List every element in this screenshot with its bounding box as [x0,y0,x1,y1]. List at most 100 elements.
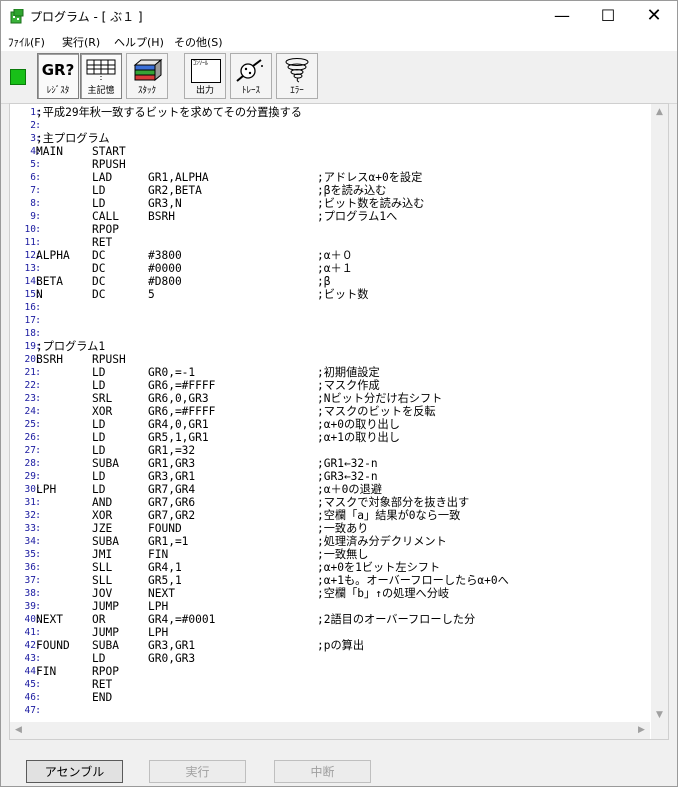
code-line[interactable]: JZE FOUND ;一致あり [36,522,650,535]
code-opcode: JUMP [92,600,119,613]
memory-button[interactable]: 主記憶 [80,53,122,99]
code-line[interactable] [36,314,650,327]
code-comment: ;2語目のオーバーフローした分 [317,613,476,626]
code-line[interactable]: CALL BSRH ;プログラム1へ [36,210,650,223]
code-line[interactable]: NEXT OR GR4,=#0001 ;2語目のオーバーフローした分 [36,613,650,626]
menu-run[interactable]: 実行(R) [62,34,100,50]
code-line[interactable]: RET [36,678,650,691]
code-line[interactable] [36,301,650,314]
code-line[interactable]: JUMP LPH [36,626,650,639]
code-line[interactable]: LD GR5,1,GR1 ;α+1の取り出し [36,431,650,444]
code-line[interactable]: FIN RPOP [36,665,650,678]
output-label: 出力 [195,86,214,96]
code-label: ;主プログラム [36,132,110,145]
code-operand: FIN [148,548,169,561]
code-line[interactable]: JUMP LPH [36,600,650,613]
assemble-button[interactable]: アセンブル [26,760,123,783]
code-line[interactable]: LD GR1,=32 [36,444,650,457]
code-line[interactable]: AND GR7,GR6 ;マスクで対象部分を抜き出す [36,496,650,509]
console-output-icon: ｺﾝｿｰﾙ [185,57,225,83]
maximize-button[interactable]: ☐ [585,1,631,31]
menu-help[interactable]: ヘルプ(H) [114,34,164,50]
code-comment: ;α＋０ [317,249,353,262]
gr-icon-text: GR? [41,61,75,79]
code-line[interactable]: LPH LD GR7,GR4 ;α＋0の退避 [36,483,650,496]
trace-label: ﾄﾚｰｽ [241,86,260,96]
code-opcode: LD [92,444,106,457]
code-line[interactable]: SLL GR4,1 ;α+0を1ビット左シフト [36,561,650,574]
scroll-left-arrow-icon[interactable]: ◀ [10,722,27,739]
output-button[interactable]: ｺﾝｿｰﾙ 出力 [184,53,226,99]
code-opcode: DC [92,262,106,275]
code-line[interactable]: LD GR2,BETA ;βを読み込む [36,184,650,197]
close-button[interactable]: ✕ [631,1,677,31]
code-line[interactable]: BSRH RPUSH [36,353,650,366]
code-line[interactable]: FOUND SUBA GR3,GR1 ;pの算出 [36,639,650,652]
code-operand: LPH [148,626,169,639]
code-line[interactable]: ;プログラム1 [36,340,650,353]
code-line[interactable]: N DC 5 ;ビット数 [36,288,650,301]
code-line[interactable]: LD GR4,0,GR1 ;α+0の取り出し [36,418,650,431]
code-opcode: SUBA [92,535,119,548]
code-line[interactable]: SUBA GR1,GR3 ;GR1←32-n [36,457,650,470]
minimize-button[interactable]: — [539,1,585,31]
code-line[interactable]: LD GR0,GR3 [36,652,650,665]
code-line[interactable]: SRL GR6,0,GR3 ;Nビット分だけ右シフト [36,392,650,405]
code-operand: #3800 [148,249,182,262]
code-line[interactable]: XOR GR6,=#FFFF ;マスクのビットを反転 [36,405,650,418]
code-comment: ;α＋１ [317,262,353,275]
code-line[interactable]: RPOP [36,223,650,236]
code-comment: ;α+1も。オーバーフローしたらα+0へ [317,574,509,587]
code-comment: ;Nビット分だけ右シフト [317,392,443,405]
code-line[interactable]: LD GR6,=#FFFF ;マスク作成 [36,379,650,392]
code-line[interactable] [36,327,650,340]
line-number-gutter: 1:2:3:4:5:6:7:8:9:10:11:12:13:14:15:16:1… [10,104,41,724]
code-line[interactable]: RPUSH [36,158,650,171]
menu-other[interactable]: その他(S) [174,34,223,50]
code-line[interactable]: RET [36,236,650,249]
code-comment: ;一致無し [317,548,369,561]
trace-button[interactable]: ﾄﾚｰｽ [230,53,272,99]
vertical-scrollbar[interactable]: ▲ ▼ [651,104,668,724]
run-button[interactable]: 実行 [149,760,246,783]
menu-bar: ﾌｧｲﾙ(F) 実行(R) ヘルプ(H) その他(S) [1,31,677,51]
code-comment: ;α+0の取り出し [317,418,400,431]
stack-button[interactable]: ｽﾀｯｸ [126,53,168,99]
code-line[interactable]: LD GR3,N ;ビット数を読み込む [36,197,650,210]
code-line[interactable]: DC #0000 ;α＋１ [36,262,650,275]
code-line[interactable]: MAIN START [36,145,650,158]
code-comment: ;α＋0の退避 [317,483,382,496]
code-line[interactable]: LD GR0,=-1 ;初期値設定 [36,366,650,379]
code-line[interactable]: LD GR3,GR1 ;GR3←32-n [36,470,650,483]
code-line[interactable] [36,704,650,717]
scroll-right-arrow-icon[interactable]: ▶ [633,722,650,739]
code-line[interactable]: ;主プログラム [36,132,650,145]
code-operand: GR5,1 [148,574,182,587]
code-line[interactable]: ALPHA DC #3800 ;α＋０ [36,249,650,262]
code-operand: GR0,=-1 [148,366,196,379]
code-line[interactable]: LAD GR1,ALPHA ;アドレスα+0を設定 [36,171,650,184]
title-bar[interactable]: プログラム - [ ぶ１ ] — ☐ ✕ [1,1,677,31]
code-editor[interactable]: 1:2:3:4:5:6:7:8:9:10:11:12:13:14:15:16:1… [9,103,669,740]
code-line[interactable]: XOR GR7,GR2 ;空欄「a」結果が0なら一致 [36,509,650,522]
code-line[interactable] [36,119,650,132]
error-button[interactable]: ｴﾗｰ [276,53,318,99]
scroll-up-arrow-icon[interactable]: ▲ [651,104,668,121]
code-line[interactable]: ;平成29年秋一致するビットを求めてその分置換する [36,106,650,119]
code-operand: LPH [148,600,169,613]
code-line[interactable]: BETA DC #D800 ;β [36,275,650,288]
code-line[interactable]: JOV NEXT ;空欄「b」↑の処理へ分岐 [36,587,650,600]
menu-file[interactable]: ﾌｧｲﾙ(F) [8,34,45,50]
code-line[interactable]: END [36,691,650,704]
code-line[interactable]: SLL GR5,1 ;α+1も。オーバーフローしたらα+0へ [36,574,650,587]
source-code-area[interactable]: ;平成29年秋一致するビットを求めてその分置換する ;主プログラム MAIN STAR… [36,104,650,724]
abort-button[interactable]: 中断 [274,760,371,783]
register-button[interactable]: GR? ﾚｼﾞｽﾀ [37,53,79,99]
code-opcode: LAD [92,171,113,184]
code-operand: GR2,BETA [148,184,202,197]
code-line[interactable]: JMI FIN ;一致無し [36,548,650,561]
horizontal-scrollbar[interactable]: ◀ ▶ [10,722,650,739]
window-title: プログラム - [ ぶ１ ] [30,10,143,24]
code-operand: FOUND [148,522,182,535]
code-line[interactable]: SUBA GR1,=1 ;処理済み分デクリメント [36,535,650,548]
